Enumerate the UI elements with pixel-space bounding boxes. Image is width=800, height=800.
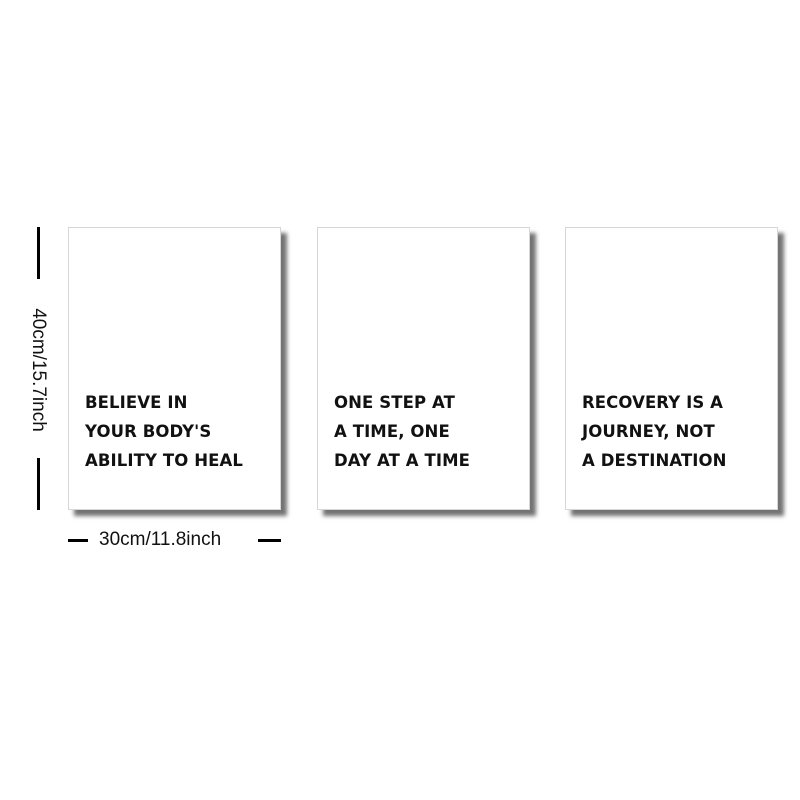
panel-3-quote: RECOVERY IS A JOURNEY, NOT A DESTINATION — [582, 388, 727, 475]
quote-line: YOUR BODY'S — [85, 422, 212, 441]
quote-line: RECOVERY IS A — [582, 393, 724, 412]
quote-line: A TIME, ONE — [334, 422, 450, 441]
canvas-panel-3: RECOVERY IS A JOURNEY, NOT A DESTINATION — [565, 227, 778, 510]
quote-line: BELIEVE IN — [85, 393, 188, 412]
panel-2-quote: ONE STEP AT A TIME, ONE DAY AT A TIME — [334, 388, 470, 475]
quote-line: DAY AT A TIME — [334, 451, 470, 470]
canvas-panel-2: ONE STEP AT A TIME, ONE DAY AT A TIME — [317, 227, 530, 510]
canvas-panel-1: BELIEVE IN YOUR BODY'S ABILITY TO HEAL — [68, 227, 281, 510]
product-image: BELIEVE IN YOUR BODY'S ABILITY TO HEAL O… — [0, 0, 800, 800]
quote-line: ABILITY TO HEAL — [85, 451, 243, 470]
panel-1-quote: BELIEVE IN YOUR BODY'S ABILITY TO HEAL — [85, 388, 243, 475]
width-dimension-label: 30cm/11.8inch — [99, 529, 222, 550]
height-dimension-label: 40cm/15.7inch — [28, 308, 49, 432]
height-dimension-line-bottom — [37, 458, 40, 510]
quote-line: ONE STEP AT — [334, 393, 455, 412]
width-dimension-line-left — [68, 539, 88, 542]
width-dimension-line-right — [258, 539, 281, 542]
height-dimension-line-top — [37, 227, 40, 279]
quote-line: A DESTINATION — [582, 451, 727, 470]
quote-line: JOURNEY, NOT — [582, 422, 715, 441]
